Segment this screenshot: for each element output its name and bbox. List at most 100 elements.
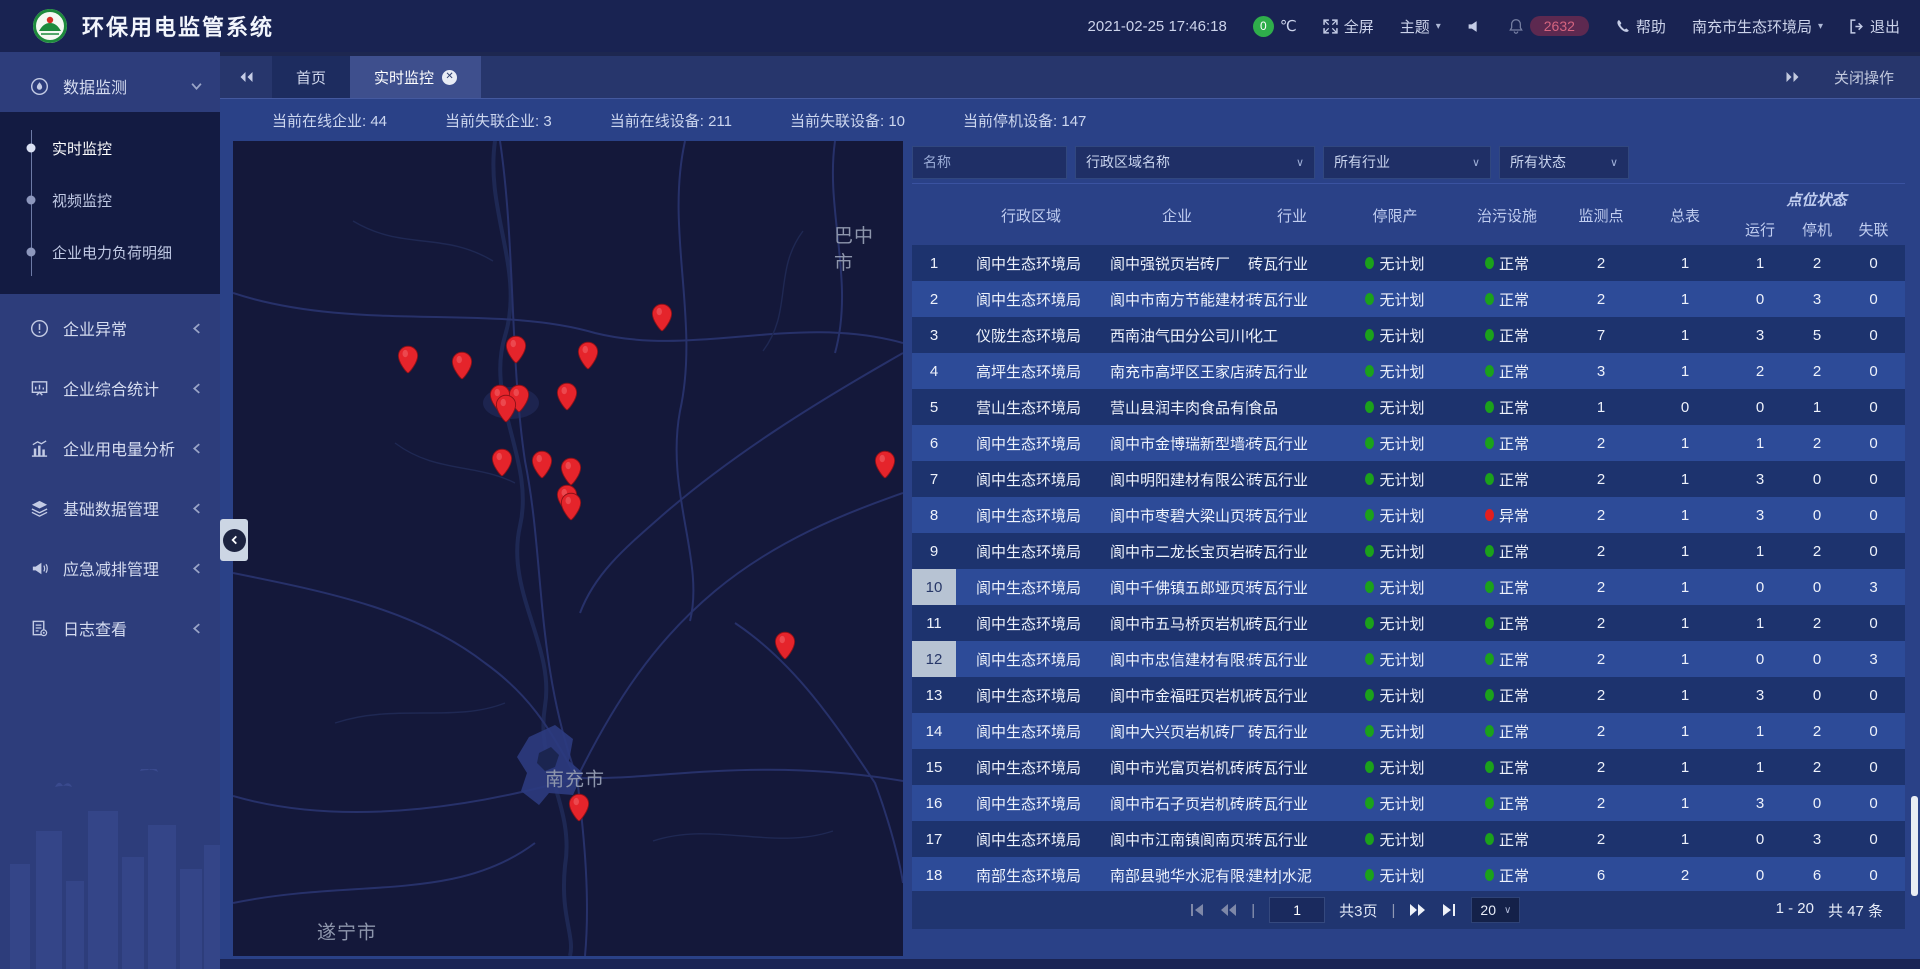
- chevron-down-icon: ∨: [1610, 156, 1618, 169]
- sidebar-item-数据监测[interactable]: 数据监测: [0, 60, 220, 112]
- table-row[interactable]: 4 高坪生态环境局 南充市高坪区王家店建 砖瓦行业 无计划 正常 3 1 2 2…: [912, 353, 1905, 389]
- next-page-button[interactable]: [1409, 903, 1426, 917]
- table-row[interactable]: 12 阆中生态环境局 阆中市忠信建材有限公 砖瓦行业 无计划 正常 2 1 0 …: [912, 641, 1905, 677]
- status-bar: 当前在线企业: 44 当前失联企业: 3 当前在线设备: 211 当前失联设备:…: [220, 99, 1920, 141]
- table-row[interactable]: 14 阆中生态环境局 阆中大兴页岩机砖厂 砖瓦行业 无计划 正常 2 1 1 2…: [912, 713, 1905, 749]
- map-marker-icon[interactable]: [577, 341, 599, 371]
- org-dropdown[interactable]: 南充市生态环境局▾: [1692, 16, 1823, 37]
- table-row[interactable]: 15 阆中生态环境局 阆中市光富页岩机砖厂 砖瓦行业 无计划 正常 2 1 1 …: [912, 749, 1905, 785]
- sidebar-subitem-视频监控[interactable]: 视频监控: [0, 174, 220, 226]
- first-page-button[interactable]: [1189, 903, 1206, 917]
- map[interactable]: 巴中市南充市遂宁市: [233, 141, 903, 956]
- i-log: [30, 619, 49, 638]
- speaker-icon[interactable]: [1467, 19, 1482, 34]
- sidebar-item-企业用电量分析[interactable]: 企业用电量分析: [0, 422, 220, 474]
- chevron-icon: [191, 383, 202, 394]
- map-marker-icon[interactable]: [874, 450, 896, 480]
- sidebar-item-基础数据管理[interactable]: 基础数据管理: [0, 482, 220, 534]
- theme-dropdown[interactable]: 主题▾: [1400, 16, 1441, 37]
- table-row[interactable]: 5 营山生态环境局 营山县润丰肉食品有限 食品 无计划 正常 1 0 0 1 0: [912, 389, 1905, 425]
- table-row[interactable]: 18 南部生态环境局 南部县驰华水泥有限公 建材|水泥 无计划 正常 6 2 0…: [912, 857, 1905, 891]
- map-marker-icon[interactable]: [397, 345, 419, 375]
- scrollbar-thumb[interactable]: [1911, 796, 1918, 896]
- sidebar-subitem-实时监控[interactable]: 实时监控: [0, 122, 220, 174]
- map-marker-icon[interactable]: [495, 394, 517, 424]
- row-number: 11: [912, 605, 956, 641]
- status-filter-select[interactable]: 所有状态 ∨: [1499, 146, 1629, 179]
- sidebar-item-企业综合统计[interactable]: 企业综合统计: [0, 362, 220, 414]
- status-dot-icon: [1365, 545, 1374, 557]
- tab-realtime-monitoring[interactable]: 实时监控 ✕: [350, 56, 481, 98]
- table-row[interactable]: 2 阆中生态环境局 阆中市南方节能建材有 砖瓦行业 无计划 正常 2 1 0 3…: [912, 281, 1905, 317]
- row-stopped: 0: [1792, 785, 1842, 821]
- notification-count-badge[interactable]: 2632: [1530, 16, 1589, 36]
- map-marker-icon[interactable]: [774, 631, 796, 661]
- sidebar-item-应急减排管理[interactable]: 应急减排管理: [0, 542, 220, 594]
- table-row[interactable]: 13 阆中生态环境局 阆中市金福旺页岩机砖 砖瓦行业 无计划 正常 2 1 3 …: [912, 677, 1905, 713]
- col-stopped: 停机: [1792, 212, 1842, 246]
- help-button[interactable]: 帮助: [1615, 16, 1666, 37]
- last-page-button[interactable]: [1440, 903, 1457, 917]
- map-marker-icon[interactable]: [451, 351, 473, 381]
- row-limit-status: 无计划: [1336, 857, 1454, 891]
- sidebar-item-日志查看[interactable]: 日志查看: [0, 602, 220, 654]
- status-dot-icon: [1485, 761, 1494, 773]
- status-dot-icon: [1485, 293, 1494, 305]
- row-stopped: 2: [1792, 533, 1842, 569]
- row-limit-status: 无计划: [1336, 821, 1454, 857]
- fullscreen-button[interactable]: 全屏: [1323, 16, 1374, 37]
- table-row[interactable]: 10 阆中生态环境局 阆中千佛镇五郎垭页岩 砖瓦行业 无计划 正常 2 1 0 …: [912, 569, 1905, 605]
- map-marker-icon[interactable]: [560, 492, 582, 522]
- row-facility-status: 正常: [1454, 389, 1560, 425]
- row-stopped: 1: [1792, 389, 1842, 425]
- table-row[interactable]: 17 阆中生态环境局 阆中市江南镇阆南页岩 砖瓦行业 无计划 正常 2 1 0 …: [912, 821, 1905, 857]
- row-stopped: 6: [1792, 857, 1842, 891]
- map-marker-icon[interactable]: [505, 335, 527, 365]
- logout-button[interactable]: 退出: [1849, 16, 1900, 37]
- map-marker-icon[interactable]: [651, 303, 673, 333]
- row-facility-status: 正常: [1454, 281, 1560, 317]
- row-monitor-points: 2: [1560, 461, 1642, 497]
- row-number: 13: [912, 677, 956, 713]
- row-running: 0: [1728, 821, 1792, 857]
- page-number-input[interactable]: [1269, 897, 1325, 923]
- row-facility-status: 正常: [1454, 245, 1560, 281]
- table-row[interactable]: 9 阆中生态环境局 阆中市二龙长宝页岩砖 砖瓦行业 无计划 正常 2 1 1 2…: [912, 533, 1905, 569]
- row-monitor-points: 2: [1560, 281, 1642, 317]
- industry-filter-select[interactable]: 所有行业 ∨: [1323, 146, 1491, 179]
- table-row[interactable]: 1 阆中生态环境局 阆中强锐页岩砖厂 砖瓦行业 无计划 正常 2 1 1 2 0: [912, 245, 1905, 281]
- map-collapse-button[interactable]: [220, 519, 248, 561]
- row-running: 1: [1728, 425, 1792, 461]
- map-marker-icon[interactable]: [531, 450, 553, 480]
- table-row[interactable]: 7 阆中生态环境局 阆中明阳建材有限公司 砖瓦行业 无计划 正常 2 1 3 0…: [912, 461, 1905, 497]
- bell-icon[interactable]: [1508, 18, 1524, 34]
- previous-page-button[interactable]: [1220, 903, 1237, 917]
- double-chevron-right-icon[interactable]: [1785, 71, 1800, 83]
- close-operations-dropdown[interactable]: 关闭操作: [1834, 67, 1894, 88]
- table-row[interactable]: 3 仪陇生态环境局 西南油气田分公司川中 化工 无计划 正常 7 1 3 5 0: [912, 317, 1905, 353]
- page-size-select[interactable]: 20 ∨: [1471, 897, 1520, 923]
- map-marker-icon[interactable]: [556, 382, 578, 412]
- status-dot-icon: [1485, 833, 1494, 845]
- name-filter-input[interactable]: [912, 146, 1067, 179]
- table-row[interactable]: 11 阆中生态环境局 阆中市五马桥页岩机砖 砖瓦行业 无计划 正常 2 1 1 …: [912, 605, 1905, 641]
- close-tab-icon[interactable]: ✕: [442, 70, 457, 85]
- chevron-icon: [191, 563, 202, 574]
- map-marker-icon[interactable]: [568, 793, 590, 823]
- row-industry: 砖瓦行业: [1248, 749, 1336, 785]
- region-filter-select[interactable]: 行政区域名称 ∨: [1075, 146, 1315, 179]
- tab-home[interactable]: 首页: [272, 56, 350, 98]
- table-row[interactable]: 16 阆中生态环境局 阆中市石子页岩机砖厂 砖瓦行业 无计划 正常 2 1 3 …: [912, 785, 1905, 821]
- row-company: 阆中明阳建材有限公司: [1106, 461, 1248, 497]
- row-facility-status: 正常: [1454, 317, 1560, 353]
- row-running: 1: [1728, 713, 1792, 749]
- map-marker-icon[interactable]: [560, 457, 582, 487]
- row-limit-status: 无计划: [1336, 389, 1454, 425]
- table-row[interactable]: 8 阆中生态环境局 阆中市枣碧大梁山页岩 砖瓦行业 无计划 异常 2 1 3 0…: [912, 497, 1905, 533]
- table-row[interactable]: 6 阆中生态环境局 阆中市金博瑞新型墙材 砖瓦行业 无计划 正常 2 1 1 2…: [912, 425, 1905, 461]
- sidebar-item-企业异常[interactable]: 企业异常: [0, 302, 220, 354]
- sidebar-subitem-企业电力负荷明细[interactable]: 企业电力负荷明细: [0, 226, 220, 278]
- tabs-scroll-left-button[interactable]: [220, 56, 272, 98]
- map-marker-icon[interactable]: [491, 448, 513, 478]
- row-number: 7: [912, 461, 956, 497]
